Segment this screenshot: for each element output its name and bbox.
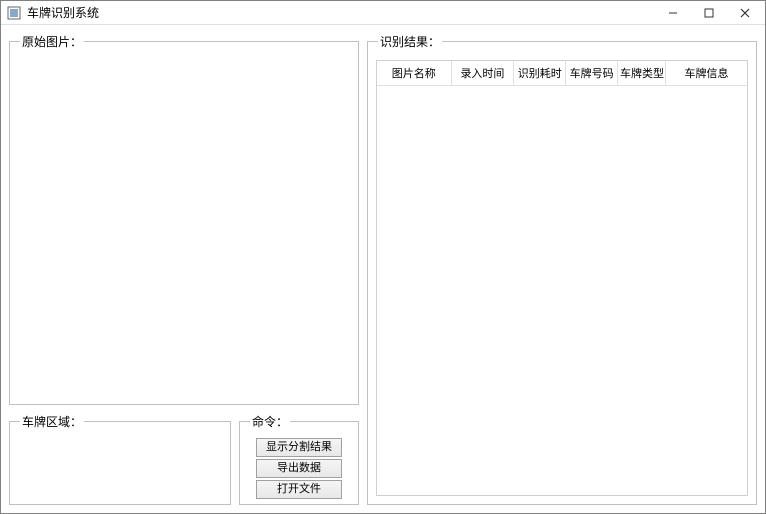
original-image-label: 原始图片： bbox=[20, 33, 84, 50]
content-area: 原始图片： 车牌区域： 命令： 显示分割结果 导出数据 打开文件 识别结果： bbox=[1, 25, 765, 513]
titlebar: 车牌识别系统 bbox=[1, 1, 765, 25]
app-icon bbox=[7, 6, 21, 20]
window-title: 车牌识别系统 bbox=[27, 4, 655, 21]
bottom-row: 车牌区域： 命令： 显示分割结果 导出数据 打开文件 bbox=[9, 413, 359, 505]
col-plate-number[interactable]: 车牌号码 bbox=[566, 61, 618, 86]
table-header-row: 图片名称 录入时间 识别耗时 车牌号码 车牌类型 车牌信息 bbox=[377, 61, 747, 86]
col-input-time[interactable]: 录入时间 bbox=[451, 61, 514, 86]
show-segmentation-button[interactable]: 显示分割结果 bbox=[256, 438, 342, 457]
col-recognition-time[interactable]: 识别耗时 bbox=[514, 61, 566, 86]
col-image-name[interactable]: 图片名称 bbox=[377, 61, 451, 86]
command-buttons: 显示分割结果 导出数据 打开文件 bbox=[248, 436, 350, 499]
plate-area-label: 车牌区域： bbox=[20, 413, 84, 430]
export-data-button[interactable]: 导出数据 bbox=[256, 459, 342, 478]
results-panel: 识别结果： 图片名称 bbox=[367, 33, 757, 505]
results-label: 识别结果： bbox=[378, 33, 442, 50]
minimize-button[interactable] bbox=[655, 2, 691, 24]
right-column: 识别结果： 图片名称 bbox=[367, 33, 757, 505]
plate-area-panel: 车牌区域： bbox=[9, 413, 231, 505]
commands-label: 命令： bbox=[250, 413, 290, 430]
results-table-container: 图片名称 录入时间 识别耗时 车牌号码 车牌类型 车牌信息 bbox=[376, 60, 748, 496]
maximize-button[interactable] bbox=[691, 2, 727, 24]
col-plate-type[interactable]: 车牌类型 bbox=[617, 61, 665, 86]
results-table[interactable]: 图片名称 录入时间 识别耗时 车牌号码 车牌类型 车牌信息 bbox=[377, 61, 747, 86]
commands-panel: 命令： 显示分割结果 导出数据 打开文件 bbox=[239, 413, 359, 505]
app-window: 车牌识别系统 原始图片： 车牌区域： 命令： bbox=[0, 0, 766, 514]
col-plate-info[interactable]: 车牌信息 bbox=[666, 61, 747, 86]
close-button[interactable] bbox=[727, 2, 763, 24]
open-file-button[interactable]: 打开文件 bbox=[256, 480, 342, 499]
window-controls bbox=[655, 2, 763, 24]
left-column: 原始图片： 车牌区域： 命令： 显示分割结果 导出数据 打开文件 bbox=[9, 33, 359, 505]
original-image-panel: 原始图片： bbox=[9, 33, 359, 405]
